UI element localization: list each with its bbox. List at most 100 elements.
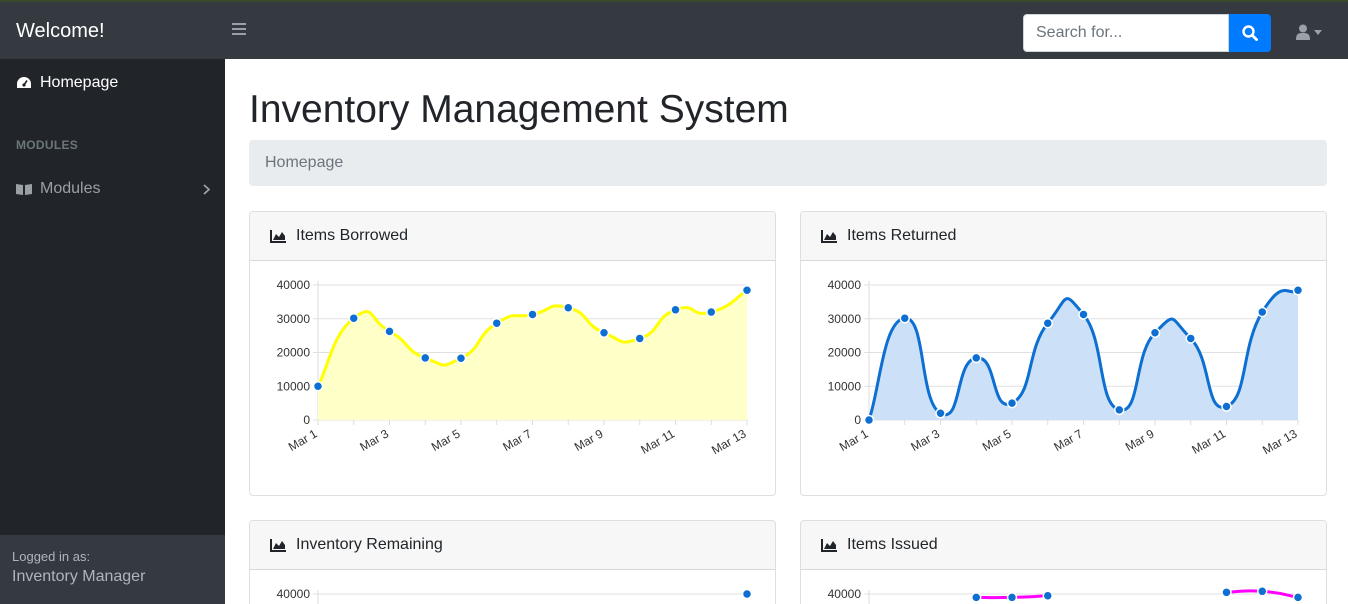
data-point bbox=[1221, 401, 1232, 412]
data-point bbox=[1006, 592, 1018, 603]
data-point bbox=[1078, 309, 1089, 320]
area-chart-icon bbox=[821, 229, 837, 243]
data-point bbox=[598, 327, 610, 339]
data-point bbox=[563, 302, 574, 314]
logged-in-user: Inventory Manager bbox=[12, 568, 146, 585]
x-tick-label: Mar 1 bbox=[286, 426, 320, 454]
data-point bbox=[971, 592, 982, 603]
area-chart-icon bbox=[821, 538, 837, 552]
card-title: Items Returned bbox=[847, 227, 957, 244]
data-point bbox=[348, 312, 359, 324]
bars-icon bbox=[232, 23, 246, 35]
data-point bbox=[899, 312, 910, 324]
data-point bbox=[455, 353, 467, 364]
data-point bbox=[1006, 397, 1018, 409]
y-tick-label: 10000 bbox=[277, 379, 311, 393]
x-tick-label: Mar 11 bbox=[1189, 426, 1228, 457]
y-tick-label: 40000 bbox=[277, 587, 311, 601]
data-point bbox=[971, 352, 982, 364]
user-dropdown[interactable] bbox=[1296, 24, 1322, 40]
book-icon bbox=[16, 184, 32, 195]
brand-title[interactable]: Welcome! bbox=[16, 20, 105, 43]
search-button[interactable] bbox=[1229, 14, 1271, 52]
chevron-right-icon bbox=[203, 183, 210, 195]
y-tick-label: 40000 bbox=[828, 587, 862, 601]
data-point bbox=[527, 309, 538, 320]
x-tick-label: Mar 5 bbox=[429, 426, 463, 454]
user-icon bbox=[1296, 24, 1310, 40]
area-chart-icon bbox=[270, 229, 286, 243]
card-title: Items Issued bbox=[847, 536, 938, 553]
x-tick-label: Mar 13 bbox=[1260, 426, 1300, 457]
card-header: Items Borrowed bbox=[250, 212, 775, 261]
y-tick-label: 40000 bbox=[828, 278, 862, 292]
search-input[interactable] bbox=[1023, 14, 1229, 52]
caret-down-icon bbox=[1314, 29, 1322, 35]
x-tick-label: Mar 5 bbox=[980, 426, 1014, 454]
sidebar-item-modules[interactable]: Modules bbox=[16, 180, 210, 198]
chart-items-returned: 0 10000 20000 30000 40000 Mar 1 Mar 3 Mar 5 Mar … bbox=[828, 278, 1304, 457]
data-point bbox=[384, 326, 395, 337]
data-point bbox=[1042, 590, 1053, 601]
tachometer-icon bbox=[17, 77, 31, 88]
x-tick-label: Mar 13 bbox=[709, 426, 749, 457]
data-point bbox=[1257, 306, 1268, 318]
sidebar-section-heading: MODULES bbox=[16, 138, 79, 152]
data-point bbox=[741, 588, 753, 600]
data-point bbox=[706, 306, 717, 318]
y-tick-label: 40000 bbox=[277, 278, 311, 292]
sidebar-item-homepage[interactable]: Homepage bbox=[16, 74, 118, 92]
sidebar-footer: Logged in as: Inventory Manager bbox=[0, 535, 225, 604]
chart-card-items-borrowed: Items Borrowed 0 10000 20000 30000 40000 Mar … bbox=[249, 211, 776, 496]
page-title: Inventory Management System bbox=[249, 88, 789, 131]
breadcrumb-item[interactable]: Homepage bbox=[265, 154, 343, 171]
data-point bbox=[1114, 404, 1125, 416]
data-point bbox=[935, 408, 946, 419]
y-tick-label: 20000 bbox=[828, 346, 862, 360]
x-tick-label: Mar 7 bbox=[500, 426, 534, 454]
y-tick-label: 30000 bbox=[828, 312, 862, 326]
x-tick-label: Mar 3 bbox=[357, 426, 391, 454]
data-point bbox=[1149, 327, 1161, 339]
card-header: Items Issued bbox=[801, 521, 1326, 570]
card-title: Inventory Remaining bbox=[296, 536, 443, 553]
sidebar-toggle-button[interactable] bbox=[232, 22, 246, 40]
chart-card-items-returned: Items Returned 0 10000 20000 30000 40000 Mar … bbox=[800, 211, 1327, 496]
data-point bbox=[741, 284, 753, 296]
area-chart-icon bbox=[270, 538, 286, 552]
sidebar: Homepage MODULES Modules Logged in as: I… bbox=[0, 59, 225, 604]
data-point bbox=[1042, 317, 1053, 329]
data-point bbox=[420, 352, 431, 364]
chart-inventory-remaining: 40000 bbox=[277, 587, 753, 604]
y-tick-label: 20000 bbox=[277, 346, 311, 360]
data-point bbox=[670, 304, 681, 316]
data-point bbox=[491, 317, 502, 329]
logged-in-label: Logged in as: bbox=[12, 549, 91, 564]
x-tick-label: Mar 11 bbox=[638, 426, 677, 457]
data-point bbox=[634, 333, 645, 344]
card-header: Items Returned bbox=[801, 212, 1326, 261]
search-icon bbox=[1242, 25, 1258, 41]
y-tick-label: 0 bbox=[854, 413, 861, 427]
data-point bbox=[1257, 586, 1268, 597]
sidebar-item-label: Homepage bbox=[40, 74, 119, 91]
chart-card-inventory-remaining: Inventory Remaining 40000 bbox=[249, 520, 776, 604]
y-tick-label: 10000 bbox=[828, 379, 862, 393]
x-tick-label: Mar 9 bbox=[1123, 426, 1157, 454]
data-point bbox=[1221, 587, 1232, 598]
card-header: Inventory Remaining bbox=[250, 521, 775, 570]
top-navbar: Welcome! bbox=[0, 0, 1348, 59]
x-tick-label: Mar 3 bbox=[908, 426, 942, 454]
card-title: Items Borrowed bbox=[296, 227, 409, 244]
sidebar-item-label: Modules bbox=[40, 180, 101, 197]
data-point bbox=[312, 381, 324, 392]
data-point bbox=[1292, 592, 1304, 603]
x-tick-label: Mar 1 bbox=[837, 426, 871, 454]
breadcrumb: Homepage bbox=[249, 140, 1327, 186]
x-tick-label: Mar 7 bbox=[1051, 426, 1085, 454]
data-point bbox=[863, 414, 875, 426]
chart-items-issued: 40000 bbox=[828, 586, 1304, 604]
data-point bbox=[1185, 333, 1196, 344]
x-tick-label: Mar 9 bbox=[572, 426, 606, 454]
y-tick-label: 30000 bbox=[277, 312, 311, 326]
